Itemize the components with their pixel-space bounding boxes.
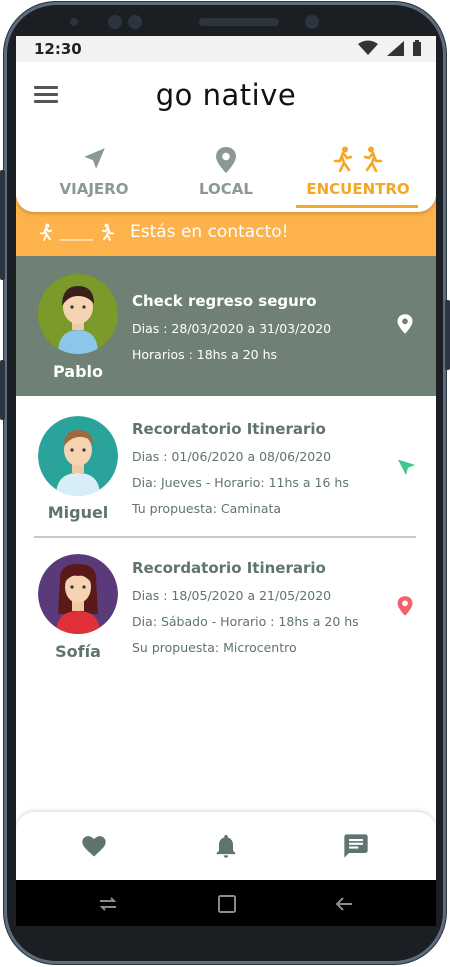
card-line: Dias : 18/05/2020 a 21/05/2020	[132, 588, 332, 603]
location-pin-icon	[216, 147, 236, 173]
card-line: Dia: Jueves - Horario: 11hs a 16 hs	[132, 475, 349, 490]
sensor-dot	[70, 18, 78, 26]
system-nav-bar	[16, 880, 436, 926]
tab-local[interactable]: LOCAL	[156, 142, 296, 206]
app-header: go native VIAJERO LOCAL ENCUENTRO	[16, 62, 436, 212]
power-button	[0, 170, 5, 280]
walking-person-icon	[363, 146, 383, 172]
card-title: Check regreso seguro	[132, 292, 317, 310]
card-line: Dias : 01/06/2020 a 08/06/2020	[132, 449, 332, 464]
back-icon[interactable]	[332, 892, 356, 916]
recent-apps-icon[interactable]	[96, 892, 120, 916]
location-pin-icon[interactable]	[396, 594, 414, 618]
contact-name: Sofía	[55, 642, 101, 661]
contact-card-miguel[interactable]: Miguel Recordatorio Itinerario Dias : 01…	[16, 396, 436, 536]
contact-name: Miguel	[47, 503, 109, 522]
card-line: Su propuesta: Microcentro	[132, 640, 297, 655]
sensor-camera	[305, 15, 319, 29]
bell-icon[interactable]	[212, 832, 240, 860]
card-title: Recordatorio Itinerario	[132, 420, 326, 438]
navigation-arrow-icon	[84, 148, 105, 169]
banner-dashes: ____	[60, 223, 94, 241]
tab-viajero[interactable]: VIAJERO	[24, 142, 164, 206]
card-line: Dias : 28/03/2020 a 31/03/2020	[132, 321, 332, 336]
heart-icon[interactable]	[80, 832, 108, 860]
tab-encuentro[interactable]: ENCUENTRO	[288, 142, 428, 206]
avatar	[38, 554, 118, 634]
tab-label: LOCAL	[199, 180, 253, 198]
navigation-arrow-icon[interactable]	[396, 454, 418, 476]
tab-bar: VIAJERO LOCAL ENCUENTRO	[16, 142, 436, 208]
banner-text: Estás en contacto!	[130, 222, 289, 242]
battery-icon	[413, 40, 421, 56]
signal-icon	[387, 41, 404, 56]
volume-button	[0, 360, 5, 420]
tab-label: ENCUENTRO	[306, 180, 410, 198]
app-logo: go native	[155, 78, 297, 112]
contact-name: Pablo	[52, 362, 104, 381]
location-pin-icon[interactable]	[396, 312, 414, 336]
wifi-icon	[358, 40, 378, 55]
tab-label: VIAJERO	[59, 180, 129, 198]
status-bar: 12:30	[16, 36, 436, 62]
avatar	[38, 274, 118, 354]
contact-card-sofia[interactable]: Sofía Recordatorio Itinerario Dias : 18/…	[16, 538, 436, 678]
earpiece-speaker	[199, 18, 279, 26]
avatar	[38, 416, 118, 496]
front-camera-2	[128, 15, 142, 29]
chat-icon[interactable]	[342, 832, 370, 860]
card-line: Tu propuesta: Caminata	[132, 501, 282, 516]
card-line: Dia: Sábado - Horario : 18hs a 20 hs	[132, 614, 359, 629]
card-title: Recordatorio Itinerario	[132, 559, 326, 577]
home-icon[interactable]	[215, 892, 239, 916]
walking-person-icon	[101, 223, 115, 241]
walking-person-icon	[39, 223, 53, 241]
walking-person-icon	[333, 146, 353, 172]
bottom-nav	[16, 812, 436, 880]
status-time: 12:30	[34, 40, 82, 58]
side-button-right	[445, 300, 450, 370]
contact-card-pablo[interactable]: Pablo Check regreso seguro Dias : 28/03/…	[16, 256, 436, 396]
card-line: Horarios : 18hs a 20 hs	[132, 347, 278, 362]
active-tab-indicator	[296, 205, 418, 208]
front-camera	[108, 15, 122, 29]
screen: 12:30 go native VIAJERO LOCAL ENCUENTRO …	[16, 36, 436, 880]
